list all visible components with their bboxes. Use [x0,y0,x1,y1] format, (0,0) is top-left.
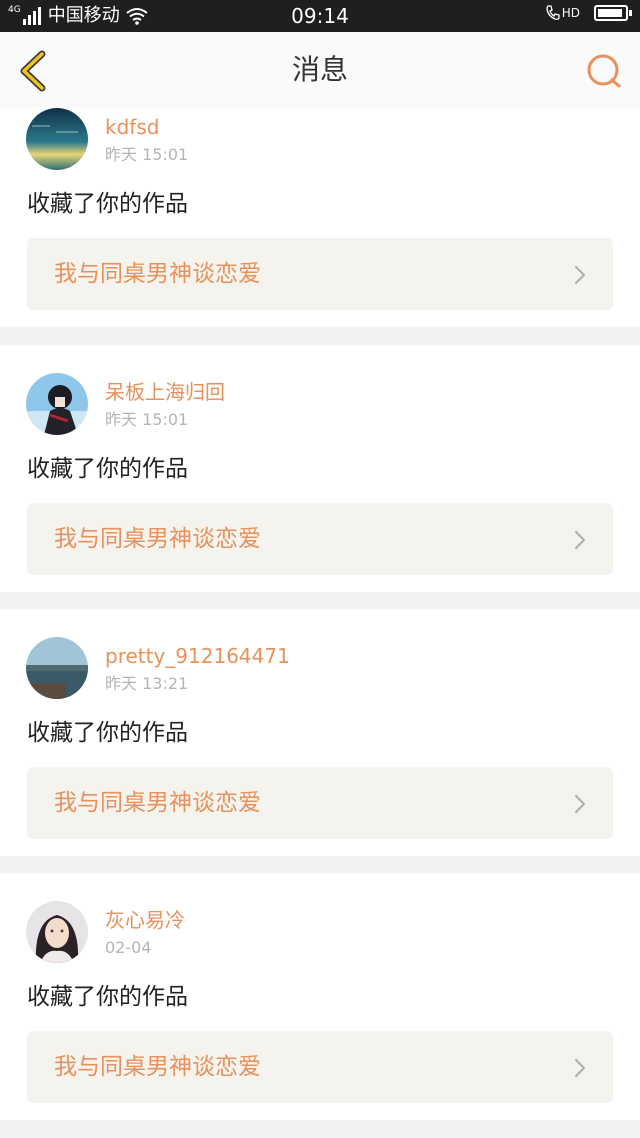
username[interactable]: kdfsd [105,114,159,140]
message-card: pretty_912164471 昨天 13:21 收藏了你的作品 我与同桌男神… [0,609,640,856]
work-title: 我与同桌男神谈恋爱 [54,261,261,287]
message-card: 呆板上海归回 昨天 15:01 收藏了你的作品 我与同桌男神谈恋爱 [0,345,640,592]
avatar[interactable] [26,637,88,699]
timestamp: 昨天 15:01 [105,145,189,164]
work-link[interactable]: 我与同桌男神谈恋爱 [27,238,613,310]
avatar[interactable] [26,373,88,435]
username[interactable]: pretty_912164471 [105,643,290,669]
username[interactable]: 灰心易冷 [105,907,185,933]
chevron-right-icon [574,1058,586,1078]
chevron-right-icon [574,530,586,550]
message-card: 灰心易冷 02-04 收藏了你的作品 我与同桌男神谈恋爱 [0,873,640,1120]
timestamp: 昨天 15:01 [105,410,189,429]
action-text: 收藏了你的作品 [27,456,188,482]
page-title: 消息 [291,53,348,86]
chevron-right-icon [574,794,586,814]
hd-badge: HD [561,6,580,20]
work-title: 我与同桌男神谈恋爱 [54,526,261,552]
status-bar: 4G 中国移动 09:14 HD [0,0,640,32]
search-icon [587,54,621,88]
action-text: 收藏了你的作品 [27,191,188,217]
timestamp: 昨天 13:21 [105,674,189,693]
phone-icon [546,5,560,20]
work-link[interactable]: 我与同桌男神谈恋爱 [27,503,613,575]
message-card: kdfsd 昨天 15:01 收藏了你的作品 我与同桌男神谈恋爱 [0,108,640,327]
work-link[interactable]: 我与同桌男神谈恋爱 [27,767,613,839]
action-text: 收藏了你的作品 [27,720,188,746]
chevron-right-icon [574,265,586,285]
status-right: HD [545,5,632,21]
nav-bar: 消息 [0,32,640,109]
timestamp: 02-04 [105,938,152,957]
avatar[interactable] [26,901,88,963]
battery-icon [594,5,632,21]
search-button[interactable] [584,52,624,92]
avatar[interactable] [26,108,88,170]
work-title: 我与同桌男神谈恋爱 [54,1054,261,1080]
action-text: 收藏了你的作品 [27,984,188,1010]
work-link[interactable]: 我与同桌男神谈恋爱 [27,1031,613,1103]
work-title: 我与同桌男神谈恋爱 [54,790,261,816]
username[interactable]: 呆板上海归回 [105,379,225,405]
